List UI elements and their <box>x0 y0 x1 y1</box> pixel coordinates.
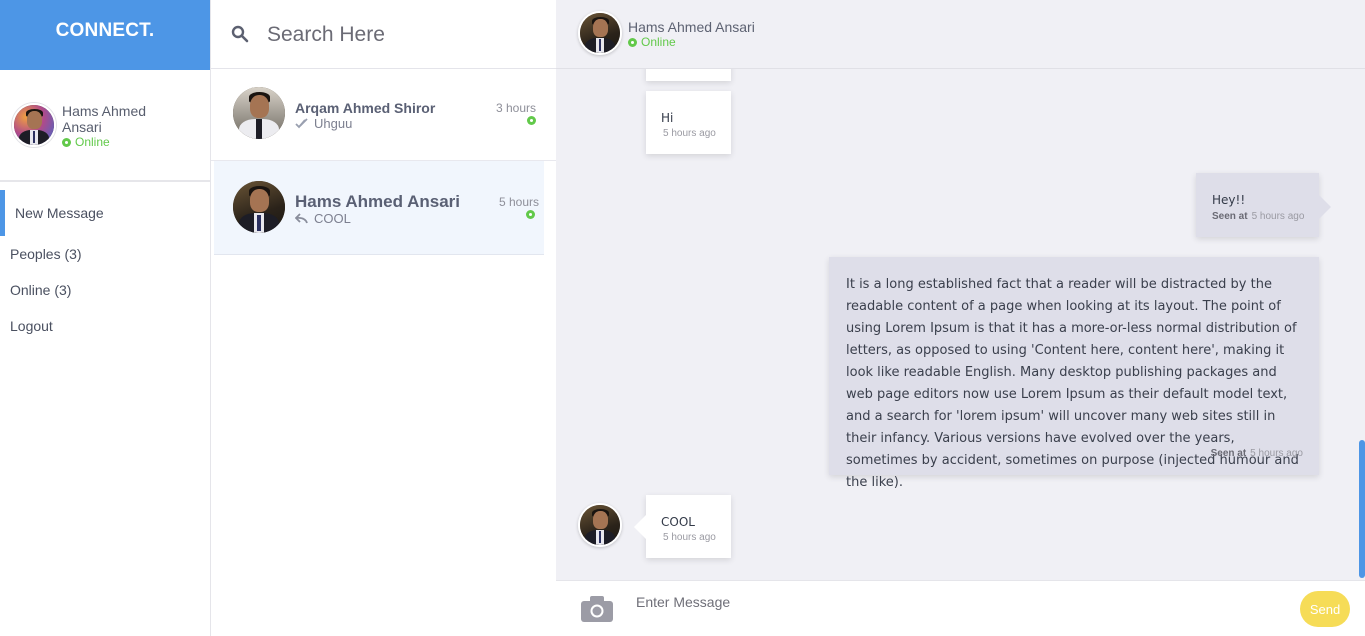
message-time: 5 hours ago <box>1251 211 1305 222</box>
chat-panel: Hams Ahmed Ansari Online Hi 5 hours ago … <box>556 0 1365 636</box>
message-bubble-outgoing: It is a long established fact that a rea… <box>829 257 1319 490</box>
message-meta: Seen at 5 hours ago <box>1212 211 1319 222</box>
menu-item-logout[interactable]: Logout <box>0 308 210 344</box>
brand-logo: CONNECT. <box>0 0 210 70</box>
search-icon[interactable] <box>231 25 249 43</box>
reply-icon <box>295 213 308 224</box>
contact-time: 3 hours <box>495 101 536 115</box>
online-dot-icon <box>527 116 536 125</box>
message-scrollbar[interactable] <box>1359 440 1365 578</box>
search-input[interactable] <box>267 18 527 52</box>
profile-status-label: Online <box>75 135 110 149</box>
left-sidebar: CONNECT. Hams Ahmed Ansari Online New Me… <box>0 0 211 636</box>
contact-name: Hams Ahmed Ansari <box>295 192 461 211</box>
menu-item-online[interactable]: Online (3) <box>0 272 210 308</box>
contact-preview: COOL <box>295 211 351 226</box>
seen-label: Seen at <box>1210 448 1247 459</box>
contact-preview-text: COOL <box>314 211 351 226</box>
send-button[interactable]: Send <box>1300 591 1350 627</box>
online-dot-icon <box>628 37 637 47</box>
message-list[interactable]: Hi 5 hours ago Hey!! Seen at 5 hours ago … <box>556 69 1365 580</box>
message-time: 5 hours ago <box>663 128 716 139</box>
contacts-panel: Arqam Ahmed Shiror Uhguu 3 hours Hams Ah… <box>211 0 556 636</box>
chat-header: Hams Ahmed Ansari Online <box>556 0 1365 69</box>
message-text: Hi <box>661 111 674 125</box>
profile-card: Hams Ahmed Ansari Online <box>0 70 210 182</box>
message-meta: Seen at 5 hours ago <box>1211 448 1303 459</box>
search-bar <box>211 0 556 69</box>
message-bubble-outgoing: Hey!! Seen at 5 hours ago <box>1196 173 1331 237</box>
message-time: 5 hours ago <box>663 532 716 543</box>
sidebar-menu: New Message Peoples (3) Online (3) Logou… <box>0 182 210 344</box>
contact-avatar <box>233 87 285 139</box>
chat-header-name: Hams Ahmed Ansari <box>628 19 755 35</box>
contact-item-active[interactable]: Hams Ahmed Ansari COOL 5 hours <box>214 161 544 255</box>
message-text: Hey!! <box>1212 193 1246 207</box>
message-input[interactable] <box>636 591 1236 613</box>
message-bubble-partial <box>646 69 731 81</box>
message-text: COOL <box>661 515 695 529</box>
profile-name: Hams Ahmed Ansari <box>62 103 147 135</box>
contact-time: 5 hours <box>498 195 539 209</box>
profile-avatar[interactable] <box>12 103 56 147</box>
chat-header-status-label: Online <box>641 35 676 49</box>
sender-avatar <box>578 503 622 547</box>
online-dot-icon <box>526 210 535 219</box>
contact-preview: Uhguu <box>295 116 352 131</box>
message-bubble-incoming: Hi 5 hours ago <box>646 91 731 154</box>
message-time: 5 hours ago <box>1250 448 1303 459</box>
camera-icon[interactable] <box>580 595 614 623</box>
contact-avatar <box>233 181 285 233</box>
message-text: It is a long established fact that a rea… <box>846 277 1299 490</box>
contact-name: Arqam Ahmed Shiror <box>295 100 436 116</box>
online-dot-icon <box>62 137 71 147</box>
message-composer: Send <box>556 580 1365 636</box>
contact-item[interactable]: Arqam Ahmed Shiror Uhguu 3 hours <box>211 69 556 161</box>
message-bubble-incoming: COOL 5 hours ago <box>634 495 731 558</box>
menu-item-peoples[interactable]: Peoples (3) <box>0 236 210 272</box>
contact-preview-text: Uhguu <box>314 116 353 131</box>
seen-label: Seen at <box>1212 211 1248 222</box>
profile-status: Online <box>62 135 110 149</box>
double-check-icon <box>295 118 308 129</box>
chat-header-status: Online <box>628 35 676 49</box>
chat-header-avatar[interactable] <box>578 11 622 55</box>
menu-item-new-message[interactable]: New Message <box>0 190 210 236</box>
